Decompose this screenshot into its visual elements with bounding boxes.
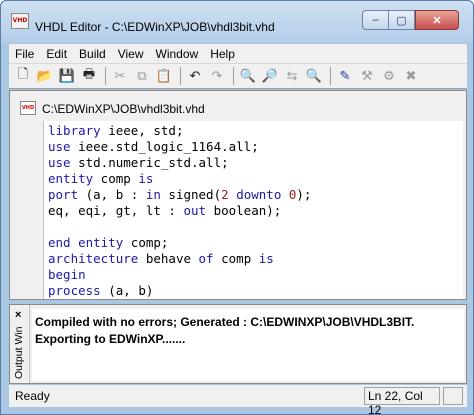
code-keyword: of: [198, 251, 214, 266]
code-text: boolean);: [206, 203, 282, 218]
code-keyword: in: [145, 187, 161, 202]
code-line[interactable]: use std.numeric_std.all;: [48, 155, 463, 171]
code-text: comp;: [123, 235, 169, 250]
vhdl-editor-window: VHD VHDL Editor - C:\EDWinXP\JOB\vhdl3bi…: [0, 0, 474, 415]
close-button[interactable]: ✕: [415, 10, 459, 30]
output-line: Compiled with no errors; Generated : C:\…: [35, 315, 415, 329]
code-keyword: library: [48, 123, 101, 138]
code-line[interactable]: [48, 219, 463, 235]
status-cell: [443, 387, 463, 405]
copy-icon[interactable]: ⧉: [132, 66, 152, 86]
output-window: × Output Win Compiled with no errors; Ge…: [9, 304, 467, 384]
menu-help[interactable]: Help: [204, 47, 241, 61]
print-icon[interactable]: 🖶: [79, 66, 99, 86]
code-line[interactable]: library ieee, std;: [48, 123, 463, 139]
status-bar: Ready Ln 22, Col 12: [9, 385, 467, 415]
document-title: C:\EDWinXP\JOB\vhdl3bit.vhd: [42, 102, 205, 116]
stop-icon[interactable]: ✖: [401, 66, 421, 86]
undo-icon[interactable]: ↶: [185, 66, 205, 86]
code-line[interactable]: process (a, b): [48, 283, 463, 299]
code-text: std.numeric_std.all;: [70, 155, 229, 170]
window-title: VHDL Editor - C:\EDWinXP\JOB\vhdl3bit.vh…: [35, 20, 275, 34]
code-line[interactable]: end entity comp;: [48, 235, 463, 251]
menu-build[interactable]: Build: [73, 47, 112, 61]
code-keyword: use: [48, 155, 71, 170]
replace-icon[interactable]: ⇆: [282, 66, 302, 86]
code-line[interactable]: begin: [48, 267, 463, 283]
run-icon[interactable]: ⚙: [379, 66, 399, 86]
code-text: eq, eqi, gt, lt :: [48, 203, 184, 218]
menu-window[interactable]: Window: [150, 47, 205, 61]
output-line: Exporting to EDWinXP.......: [35, 332, 186, 346]
code-content[interactable]: library ieee, std; use ieee.std_logic_116…: [44, 121, 463, 299]
code-keyword: begin: [48, 267, 86, 282]
toolbar-separator: [233, 67, 234, 85]
code-keyword: architecture: [48, 251, 139, 266]
code-keyword: entity: [48, 171, 94, 186]
code-keyword: is: [258, 251, 274, 266]
code-text: );: [296, 187, 312, 202]
close-icon[interactable]: ×: [15, 309, 21, 321]
find-next-icon[interactable]: 🔎: [260, 66, 280, 86]
toolbar-separator: [105, 67, 106, 85]
code-text: (a, b): [100, 283, 154, 298]
code-keyword: port: [48, 187, 79, 202]
find-red-icon[interactable]: 🔍: [304, 66, 324, 86]
maximize-button[interactable]: ▢: [389, 10, 415, 30]
code-text: comp: [213, 251, 259, 266]
open-folder-icon[interactable]: 📂: [35, 66, 55, 86]
menu-file[interactable]: File: [9, 47, 40, 61]
title-bar[interactable]: VHD VHDL Editor - C:\EDWinXP\JOB\vhdl3bi…: [1, 1, 473, 43]
build-icon[interactable]: ⚒: [357, 66, 377, 86]
code-text: signed(: [160, 187, 222, 202]
document-tab[interactable]: VHD C:\EDWinXP\JOB\vhdl3bit.vhd: [18, 99, 458, 119]
redo-icon[interactable]: ↷: [207, 66, 227, 86]
toolbar: 🗋 📂 💾 🖶 ✂ ⧉ 📋 ↶ ↷ 🔍 🔎 ⇆ 🔍 ✎ ⚒ ⚙ ✖: [9, 63, 467, 89]
code-keyword: is: [138, 171, 154, 186]
paste-icon[interactable]: 📋: [154, 66, 174, 86]
compile-icon[interactable]: ✎: [335, 66, 355, 86]
code-keyword: use: [48, 139, 71, 154]
code-line[interactable]: entity comp is: [48, 171, 463, 187]
code-keyword: process: [48, 283, 101, 298]
toolbar-separator: [180, 67, 181, 85]
save-icon[interactable]: 💾: [57, 66, 77, 86]
code-keyword: downto: [236, 187, 282, 202]
code-text: ieee.std_logic_1164.all;: [70, 139, 259, 154]
output-label: Output Win: [13, 326, 25, 379]
code-text: behave: [138, 251, 199, 266]
document-window: VHD C:\EDWinXP\JOB\vhdl3bit.vhd library …: [9, 90, 467, 300]
code-text: ieee, std;: [100, 123, 184, 138]
menu-view[interactable]: View: [112, 47, 150, 61]
status-text: Ready: [15, 389, 50, 403]
menu-bar: File Edit Build View Window Help: [9, 44, 467, 63]
cut-icon[interactable]: ✂: [110, 66, 130, 86]
cursor-position: Ln 22, Col 12: [364, 387, 440, 415]
code-line[interactable]: use ieee.std_logic_1164.all;: [48, 139, 463, 155]
code-keyword: end: [48, 235, 71, 250]
code-line[interactable]: port (a, b : in signed(2 downto 0);: [48, 187, 463, 203]
doc-file-icon: VHD: [20, 101, 36, 115]
minimize-button[interactable]: –: [362, 10, 389, 30]
code-text: comp: [93, 171, 139, 186]
code-text: (a, b :: [78, 187, 146, 202]
code-keyword: out: [183, 203, 207, 218]
find-icon[interactable]: 🔍: [238, 66, 258, 86]
output-text[interactable]: Compiled with no errors; Generated : C:\…: [32, 309, 464, 381]
code-line[interactable]: eq, eqi, gt, lt : out boolean);: [48, 203, 463, 219]
menu-edit[interactable]: Edit: [40, 47, 73, 61]
app-doc-icon: VHD: [11, 13, 29, 29]
code-number: 2: [221, 187, 229, 202]
new-icon[interactable]: 🗋: [13, 66, 33, 86]
code-line[interactable]: architecture behave of comp is: [48, 251, 463, 267]
code-keyword: entity: [78, 235, 124, 250]
output-sidebar: × Output Win: [10, 305, 30, 383]
code-editor[interactable]: library ieee, std; use ieee.std_logic_116…: [43, 121, 463, 299]
toolbar-separator: [330, 67, 331, 85]
